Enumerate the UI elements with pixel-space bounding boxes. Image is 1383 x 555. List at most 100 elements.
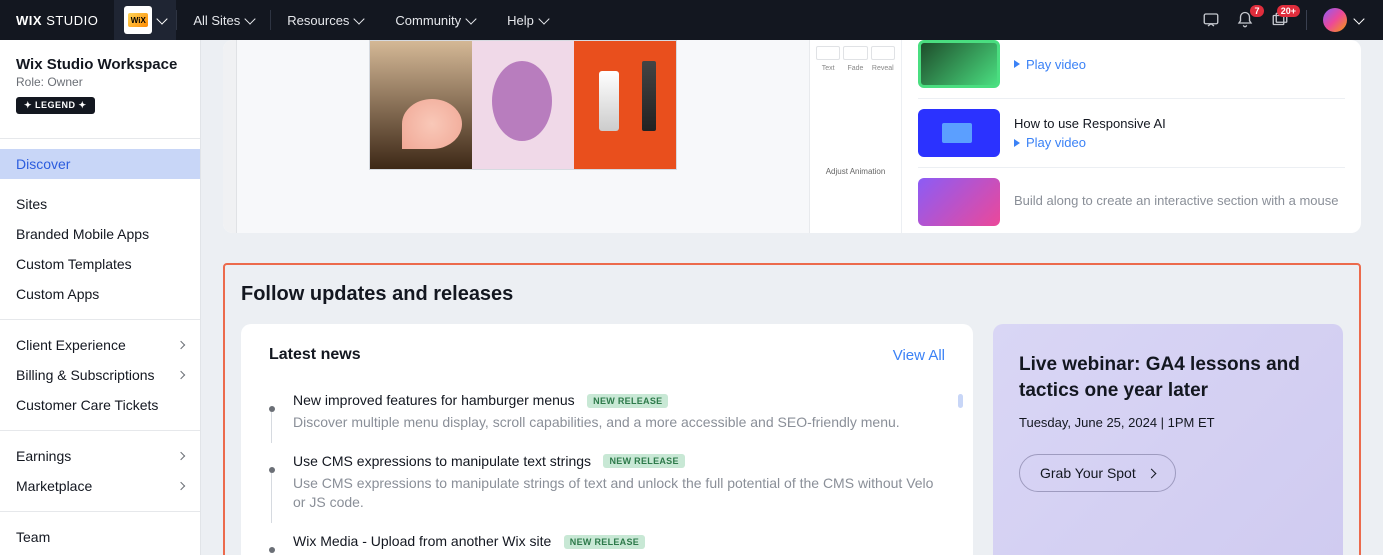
bullet-icon <box>269 547 275 553</box>
webinar-card: Live webinar: GA4 lessons and tactics on… <box>993 324 1343 555</box>
sidebar-item-label: Client Experience <box>16 337 126 353</box>
play-label: Play video <box>1026 57 1086 72</box>
legend-badge: ✦ LEGEND ✦ <box>16 97 95 114</box>
sidebar-item-label: Marketplace <box>16 478 92 494</box>
sidebar-item-custom-templates[interactable]: Custom Templates <box>0 249 200 279</box>
editor-preview: Text Fade Reveal Adjust Animation <box>223 40 901 233</box>
scrollbar[interactable] <box>958 394 963 408</box>
news-item[interactable]: Use CMS expressions to manipulate text s… <box>269 443 945 523</box>
workspace-icon-label: WiX <box>128 13 148 27</box>
news-card: Latest news View All New improved featur… <box>241 324 973 555</box>
sidebar-item-tickets[interactable]: Customer Care Tickets <box>0 390 200 420</box>
chevron-down-icon <box>245 13 256 24</box>
sidebar-item-earnings[interactable]: Earnings <box>0 441 200 471</box>
sidebar-item-sites[interactable]: Sites <box>0 189 200 219</box>
panel-tab: Fade <box>843 65 867 72</box>
release-tag: NEW RELEASE <box>603 454 684 468</box>
inbox-icon[interactable]: 20+ <box>1270 11 1290 29</box>
chevron-down-icon <box>354 13 365 24</box>
button-label: Grab Your Spot <box>1040 465 1136 481</box>
panel-tab: Reveal <box>871 65 895 72</box>
news-item[interactable]: Wix Media - Upload from another Wix site… <box>269 523 945 555</box>
play-video-link[interactable]: Play video <box>1014 135 1345 150</box>
chevron-down-icon <box>157 13 168 24</box>
user-menu[interactable] <box>1323 8 1363 32</box>
video-thumbnail <box>918 178 1000 226</box>
chevron-down-icon <box>466 13 477 24</box>
video-list: Play video How to use Responsive AI Play… <box>901 40 1361 233</box>
news-item-title: Wix Media - Upload from another Wix site <box>293 533 551 549</box>
sidebar-item-marketplace[interactable]: Marketplace <box>0 471 200 501</box>
news-title: Latest news <box>269 346 361 364</box>
timeline-line <box>271 473 272 523</box>
sidebar-item-label: Customer Care Tickets <box>16 397 158 413</box>
news-item[interactable]: New improved features for hamburger menu… <box>269 382 945 443</box>
video-thumbnail <box>918 40 1000 88</box>
avatar <box>1323 8 1347 32</box>
sidebar-item-branded-apps[interactable]: Branded Mobile Apps <box>0 219 200 249</box>
workspace-selector[interactable]: WiX <box>114 0 176 40</box>
timeline-line <box>271 412 272 443</box>
canvas-tile <box>472 41 574 169</box>
sidebar-item-custom-apps[interactable]: Custom Apps <box>0 279 200 309</box>
sidebar-item-discover[interactable]: Discover <box>0 149 200 179</box>
notifications-icon[interactable]: 7 <box>1236 11 1254 29</box>
video-item[interactable]: How to use Responsive AI Play video <box>918 99 1345 168</box>
play-label: Play video <box>1026 135 1086 150</box>
sidebar-item-billing[interactable]: Billing & Subscriptions <box>0 360 200 390</box>
logo-main: WIX <box>16 13 42 28</box>
separator <box>0 430 200 431</box>
video-title: Build along to create an interactive sec… <box>1014 193 1345 208</box>
play-icon <box>1014 139 1020 147</box>
separator <box>0 511 200 512</box>
sidebar-item-label: Custom Templates <box>16 256 132 272</box>
nav-resources[interactable]: Resources <box>271 0 379 40</box>
release-tag: NEW RELEASE <box>587 394 668 408</box>
canvas-tile <box>370 41 472 169</box>
workspace-title: Wix Studio Workspace <box>16 56 184 73</box>
video-thumbnail <box>918 109 1000 157</box>
separator <box>1306 10 1307 30</box>
sidebar-item-label: Billing & Subscriptions <box>16 367 155 383</box>
play-video-link[interactable]: Play video <box>1014 57 1345 72</box>
nav-all-sites[interactable]: All Sites <box>177 0 270 40</box>
video-item[interactable]: Play video <box>918 40 1345 99</box>
logo[interactable]: WIX STUDIO <box>0 0 114 40</box>
inbox-badge: 20+ <box>1277 5 1300 17</box>
webinar-title: Live webinar: GA4 lessons and tactics on… <box>1019 352 1317 403</box>
chevron-right-icon <box>177 482 185 490</box>
canvas <box>369 40 677 170</box>
separator <box>0 319 200 320</box>
sidebar: Wix Studio Workspace Role: Owner ✦ LEGEN… <box>0 40 201 555</box>
sidebar-item-label: Custom Apps <box>16 286 99 302</box>
sidebar-item-team[interactable]: Team <box>0 522 200 552</box>
panel-tab: Text <box>816 65 840 72</box>
nav-community[interactable]: Community <box>379 0 491 40</box>
chevron-down-icon <box>1353 13 1364 24</box>
hero-card: Text Fade Reveal Adjust Animation Play v… <box>223 40 1361 233</box>
updates-section: Follow updates and releases Latest news … <box>223 263 1361 555</box>
chat-icon[interactable] <box>1202 11 1220 29</box>
nav-label: Help <box>507 13 534 28</box>
workspace-avatar: WiX <box>124 6 152 34</box>
grab-spot-button[interactable]: Grab Your Spot <box>1019 454 1176 492</box>
sidebar-item-label: Branded Mobile Apps <box>16 226 149 242</box>
separator <box>0 138 200 139</box>
play-icon <box>1014 60 1020 68</box>
bullet-icon <box>269 467 275 473</box>
sidebar-item-label: Team <box>16 529 50 545</box>
video-item[interactable]: Build along to create an interactive sec… <box>918 168 1345 233</box>
main-content: Text Fade Reveal Adjust Animation Play v… <box>201 40 1383 555</box>
sidebar-item-label: Earnings <box>16 448 71 464</box>
section-heading: Follow updates and releases <box>225 265 1359 324</box>
news-item-title: Use CMS expressions to manipulate text s… <box>293 453 591 469</box>
sidebar-item-label: Discover <box>16 156 70 172</box>
chevron-right-icon <box>1146 468 1156 478</box>
nav-help[interactable]: Help <box>491 0 564 40</box>
view-all-link[interactable]: View All <box>893 347 945 364</box>
canvas-tile <box>574 41 676 169</box>
nav-label: Resources <box>287 13 349 28</box>
release-tag: NEW RELEASE <box>564 535 645 549</box>
news-item-title: New improved features for hamburger menu… <box>293 392 575 408</box>
sidebar-item-client-experience[interactable]: Client Experience <box>0 330 200 360</box>
